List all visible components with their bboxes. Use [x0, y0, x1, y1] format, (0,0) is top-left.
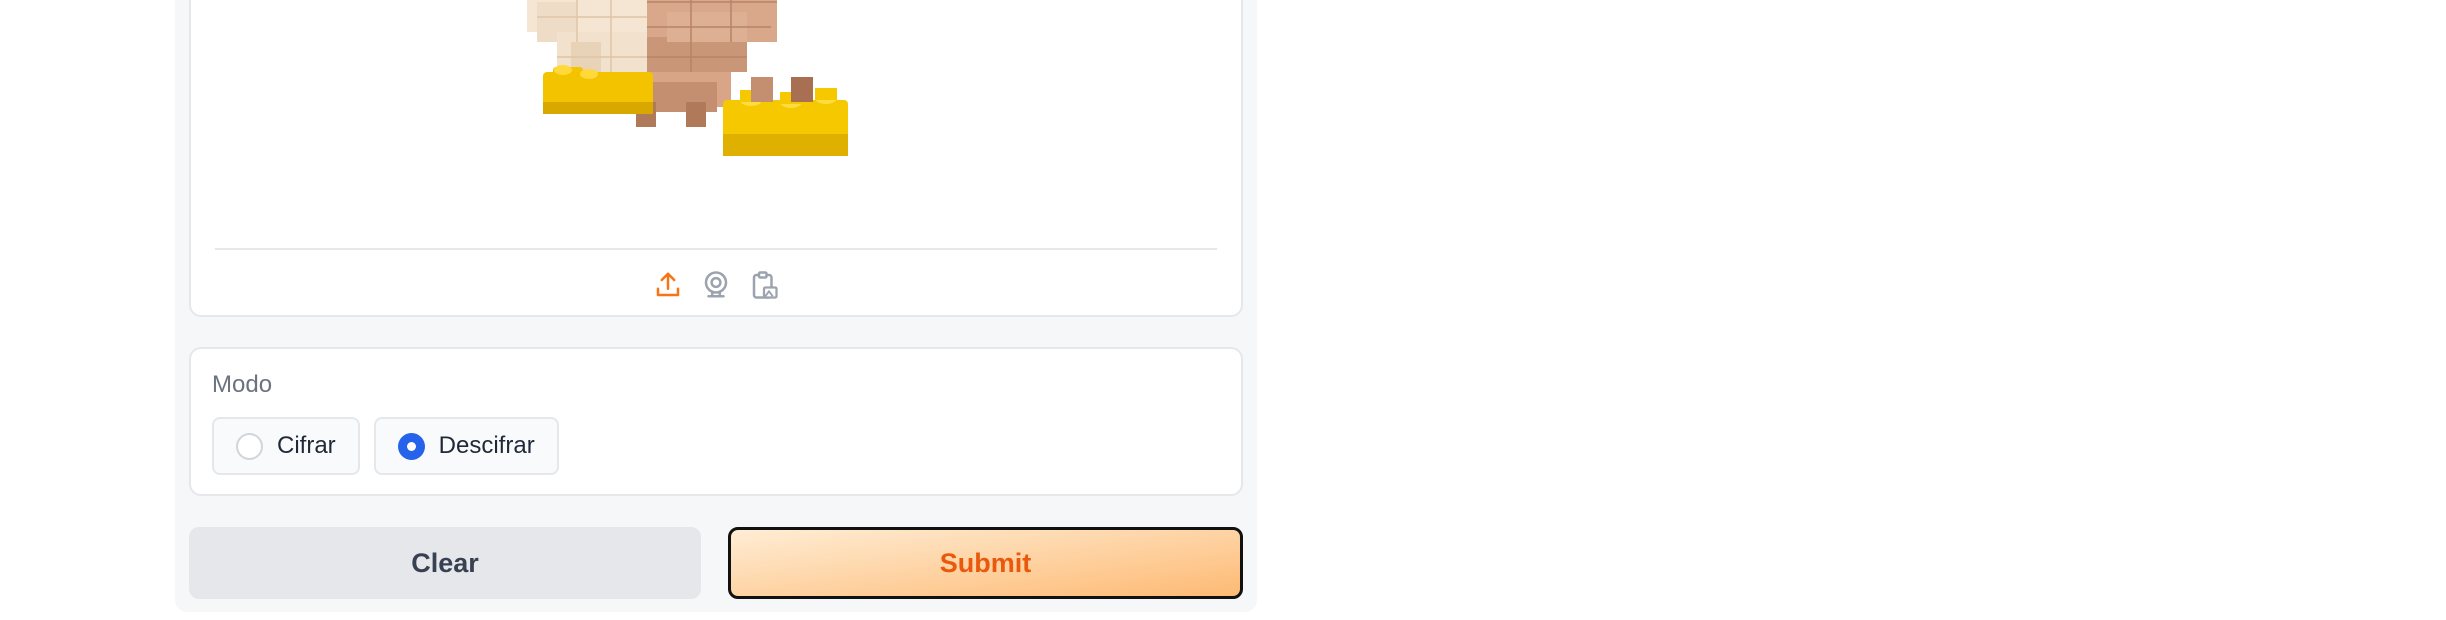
radio-label-descifrar: Descifrar: [438, 432, 535, 459]
radio-label-cifrar: Cifrar: [277, 432, 336, 459]
image-source-bar: [215, 248, 1217, 315]
submit-button[interactable]: Submit: [728, 527, 1243, 599]
interface-column: Modo Cifrar Descifrar Clear Submit: [175, 0, 1257, 612]
radio-option-descifrar[interactable]: Descifrar: [373, 417, 559, 475]
upload-icon: [656, 272, 680, 297]
clear-button[interactable]: Clear: [189, 527, 701, 599]
webcam-icon: [704, 271, 728, 298]
image-preview: [191, 0, 1241, 248]
radio-unchecked-icon: [236, 432, 263, 460]
clipboard-button[interactable]: [747, 268, 781, 302]
image-input-panel: [189, 0, 1243, 317]
upload-button[interactable]: [651, 268, 685, 302]
lego-duck-image: [527, 0, 848, 156]
mode-label: Modo: [212, 371, 273, 398]
webcam-button[interactable]: [699, 268, 733, 302]
clipboard-icon: [752, 271, 778, 299]
radio-checked-icon: [397, 432, 425, 460]
radio-option-cifrar[interactable]: Cifrar: [212, 417, 360, 475]
mode-radio-group: Modo Cifrar Descifrar: [189, 347, 1243, 496]
